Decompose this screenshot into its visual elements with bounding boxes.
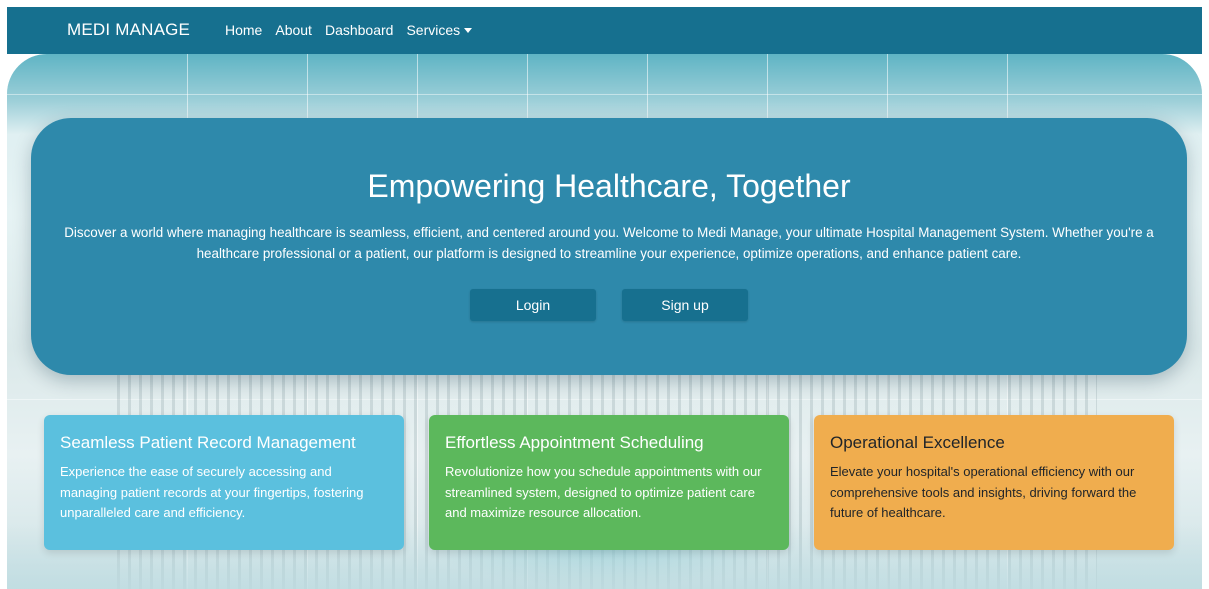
feature-card-patient-records: Seamless Patient Record Management Exper… (44, 415, 404, 550)
nav-link-about[interactable]: About (275, 22, 312, 38)
feature-card-appointments: Effortless Appointment Scheduling Revolu… (429, 415, 789, 550)
navbar: MEDI MANAGE Home About Dashboard Service… (7, 7, 1202, 54)
feature-card-operations: Operational Excellence Elevate your hosp… (814, 415, 1174, 550)
feature-card-text: Experience the ease of securely accessin… (60, 464, 364, 520)
hero-title: Empowering Healthcare, Together (367, 168, 851, 204)
hero-banner: Empowering Healthcare, Together Discover… (31, 118, 1187, 375)
nav-links: Home About Dashboard Services (225, 22, 473, 38)
brand-logo-link[interactable]: MEDI MANAGE (67, 20, 190, 40)
signup-button[interactable]: Sign up (622, 289, 748, 321)
caret-down-icon (464, 28, 473, 33)
hero-buttons: Login Sign up (31, 289, 1187, 321)
background-grid-line (7, 94, 1202, 95)
feature-card-text: Revolutionize how you schedule appointme… (445, 464, 762, 520)
feature-card-title: Seamless Patient Record Management (60, 433, 356, 452)
nav-link-dashboard[interactable]: Dashboard (325, 22, 394, 38)
nav-link-home[interactable]: Home (225, 22, 262, 38)
nav-link-services-label: Services (406, 22, 461, 38)
feature-card-text: Elevate your hospital's operational effi… (830, 464, 1137, 520)
nav-dropdown-services[interactable]: Services (406, 22, 473, 38)
feature-card-title: Operational Excellence (830, 433, 1005, 452)
page-frame: MEDI MANAGE Home About Dashboard Service… (7, 7, 1202, 589)
login-button[interactable]: Login (470, 289, 596, 321)
feature-card-title: Effortless Appointment Scheduling (445, 433, 704, 452)
hero-description: Discover a world where managing healthca… (64, 225, 1154, 261)
